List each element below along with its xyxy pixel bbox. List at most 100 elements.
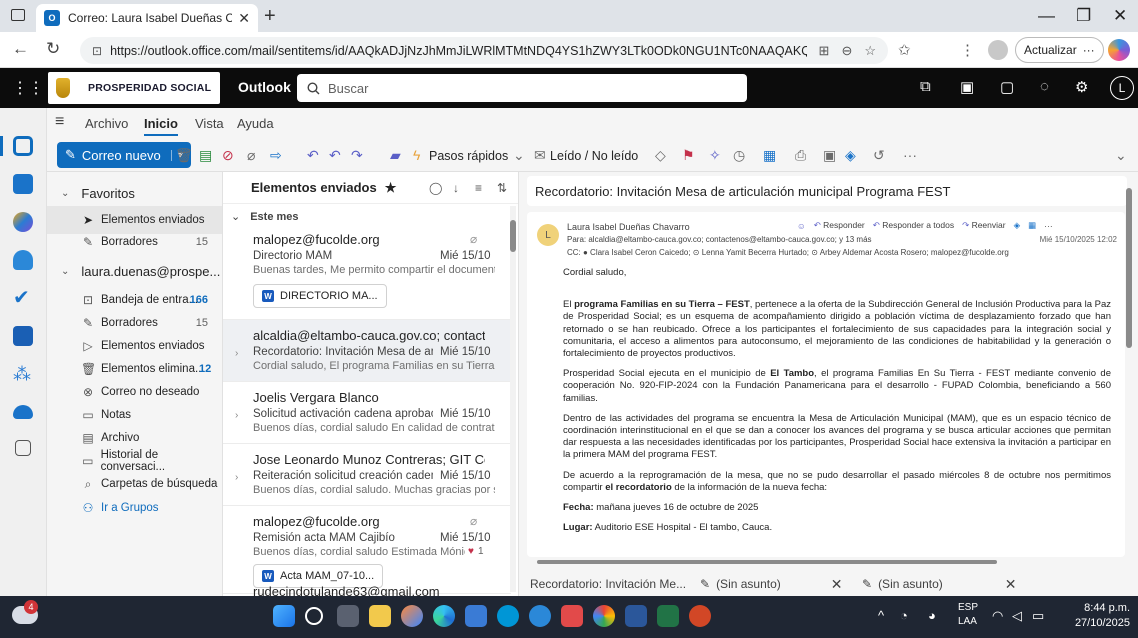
message-item[interactable]: rudecindotulande63@gmail.com	[223, 576, 511, 596]
start-icon[interactable]	[273, 605, 295, 627]
forward-button[interactable]: ↷ Reenviar	[962, 220, 1006, 231]
filter-icon[interactable]: ≡	[475, 181, 482, 195]
more-apps-icon[interactable]	[15, 440, 31, 456]
jump-icon[interactable]: ↓	[453, 181, 459, 195]
mail-icon[interactable]	[13, 136, 33, 156]
copilot-icon[interactable]	[1108, 39, 1130, 61]
hp-icon[interactable]	[497, 605, 519, 627]
apps-icon[interactable]: ▦	[1028, 220, 1036, 231]
notifications-icon[interactable]: ◌	[1040, 78, 1049, 95]
account-avatar[interactable]: L	[1110, 76, 1134, 100]
battery-icon[interactable]: ▭	[1032, 608, 1044, 624]
volume-icon[interactable]: ◁	[1012, 608, 1022, 624]
org-brand[interactable]: PROSPERIDAD SOCIAL	[48, 72, 220, 104]
chevron-right-icon[interactable]: ›	[235, 472, 238, 483]
collections-icon[interactable]: ⋮	[960, 41, 975, 59]
scrollbar-thumb[interactable]	[1126, 188, 1132, 348]
reading-scrollbar[interactable]	[1126, 188, 1132, 558]
chevron-right-icon[interactable]: ›	[235, 348, 238, 359]
categorize-icon[interactable]: ◇	[655, 147, 666, 164]
system-clock[interactable]: 8:44 p.m. 27/10/2025	[1075, 601, 1130, 631]
close-tab-icon[interactable]: ✕	[238, 10, 250, 27]
minimize-icon[interactable]: —	[1038, 6, 1055, 26]
draft-tab[interactable]: Recordatorio: Invitación Me...	[530, 571, 686, 597]
office-apps-icon[interactable]: ▣	[960, 78, 974, 96]
move-to-icon[interactable]: ⇨	[270, 147, 282, 164]
close-window-icon[interactable]: ✕	[1113, 6, 1127, 26]
group-header[interactable]: ⌄ Este mes	[231, 210, 299, 223]
favorites-bar-icon[interactable]: ✩	[898, 41, 911, 59]
copilot-taskbar-icon[interactable]	[401, 605, 423, 627]
message-item[interactable]: › Jose Leonardo Munoz Contreras; GIT Com…	[223, 444, 511, 506]
hamburger-menu-icon[interactable]: ≡	[55, 113, 64, 131]
more-actions-icon[interactable]: ···	[1044, 221, 1053, 231]
folder-favorite-drafts[interactable]: ✎ Borradores 15	[47, 228, 222, 256]
new-tab-icon[interactable]: +	[264, 5, 276, 28]
people-icon[interactable]	[13, 250, 33, 270]
tab-archivo[interactable]: Archivo	[85, 116, 128, 131]
cc-recipients[interactable]: CC: ● Clara Isabel Ceron Caicedo; ⊙ Lenn…	[567, 248, 1009, 257]
sender-name[interactable]: Laura Isabel Dueñas Chavarro	[567, 222, 690, 232]
sort-icon[interactable]: ⇅	[497, 181, 507, 195]
quick-steps-icon[interactable]: ϟ	[413, 147, 420, 163]
store-icon[interactable]	[465, 605, 487, 627]
message-list-scrollbar[interactable]	[510, 206, 516, 592]
account-header[interactable]: ⌄ laura.duenas@prospe...	[61, 264, 220, 279]
profile-avatar[interactable]	[988, 40, 1008, 60]
rules-icon[interactable]: ▦	[763, 147, 776, 164]
reply-all-icon[interactable]: ↶	[329, 147, 341, 164]
app-available-icon[interactable]: ⊞	[819, 43, 830, 59]
back-icon[interactable]: ←	[12, 39, 29, 59]
settings-gear-icon[interactable]: ⚙	[1075, 78, 1088, 96]
search-icon[interactable]	[305, 607, 323, 625]
sender-avatar[interactable]: L	[537, 224, 559, 246]
reply-icon[interactable]: ↶	[307, 147, 319, 164]
search-input[interactable]: Buscar	[297, 74, 747, 102]
pin-icon[interactable]: ✧	[709, 147, 721, 164]
onedrive-icon[interactable]	[13, 405, 33, 419]
attachment-chip[interactable]: W DIRECTORIO MA...	[253, 284, 387, 308]
tab-vista[interactable]: Vista	[195, 116, 224, 131]
org-explorer-icon[interactable]: ⁂	[13, 364, 33, 384]
favorite-star-icon[interactable]: ☆	[864, 43, 876, 59]
quick-steps-dropdown-icon[interactable]: ⌄	[513, 147, 525, 164]
translate-icon[interactable]: ◈	[845, 147, 856, 164]
read-unread-button[interactable]: Leído / No leído	[550, 149, 638, 163]
reply-button[interactable]: ↶ Responder	[814, 220, 865, 231]
network-app-icon[interactable]: ◔	[900, 608, 908, 623]
new-mail-button[interactable]: ✎ Correo nuevo ▾	[57, 142, 191, 168]
site-info-icon[interactable]: ⊡	[92, 44, 102, 58]
horizontal-scrollbar[interactable]	[527, 558, 1125, 566]
copilot-rail-icon[interactable]	[13, 212, 33, 232]
edge-icon[interactable]	[433, 605, 455, 627]
tab-actions-icon[interactable]	[11, 9, 25, 21]
to-recipients[interactable]: Para: alcaldia@eltambo-cauca.gov.co; con…	[567, 235, 872, 244]
restore-icon[interactable]: ❐	[1076, 6, 1091, 26]
feedback-icon[interactable]: ▢	[1000, 78, 1014, 96]
draft-tab[interactable]: ✎ (Sin asunto) ✕	[862, 571, 1017, 597]
sweep-icon[interactable]: ⌀	[247, 147, 255, 164]
chrome-icon[interactable]	[593, 605, 615, 627]
message-item[interactable]: › Joelis Vergara Blanco Solicitud activa…	[223, 382, 511, 444]
report-icon[interactable]: ⊘	[222, 147, 234, 164]
more-options-icon[interactable]: ···	[903, 147, 917, 163]
browser-tab[interactable]: O Correo: Laura Isabel Dueñas Chav ✕	[36, 4, 258, 32]
wifi-icon[interactable]: ◠	[992, 608, 1003, 624]
chevron-right-icon[interactable]: ›	[235, 410, 238, 421]
archive-icon[interactable]: ▤	[199, 147, 212, 164]
powerpoint-icon[interactable]	[689, 605, 711, 627]
print-icon[interactable]: ⎙	[795, 147, 806, 164]
translate-icon[interactable]: ◈	[1014, 220, 1021, 231]
file-explorer-icon[interactable]	[369, 605, 391, 627]
emoji-icon[interactable]: ☺	[797, 221, 806, 231]
quick-steps-button[interactable]: Pasos rápidos	[429, 149, 508, 163]
teams-share-icon[interactable]: ▰	[390, 147, 401, 164]
help-icon[interactable]	[529, 605, 551, 627]
tray-app-icon[interactable]: ◕	[928, 608, 936, 623]
zoom-icon[interactable]: ⊖	[841, 43, 852, 59]
excel-icon[interactable]	[657, 605, 679, 627]
scrollbar-thumb[interactable]	[537, 560, 997, 564]
mcafee-icon[interactable]	[561, 605, 583, 627]
files-icon[interactable]	[13, 326, 33, 346]
ribbon-expand-icon[interactable]: ⌄	[1115, 147, 1127, 164]
